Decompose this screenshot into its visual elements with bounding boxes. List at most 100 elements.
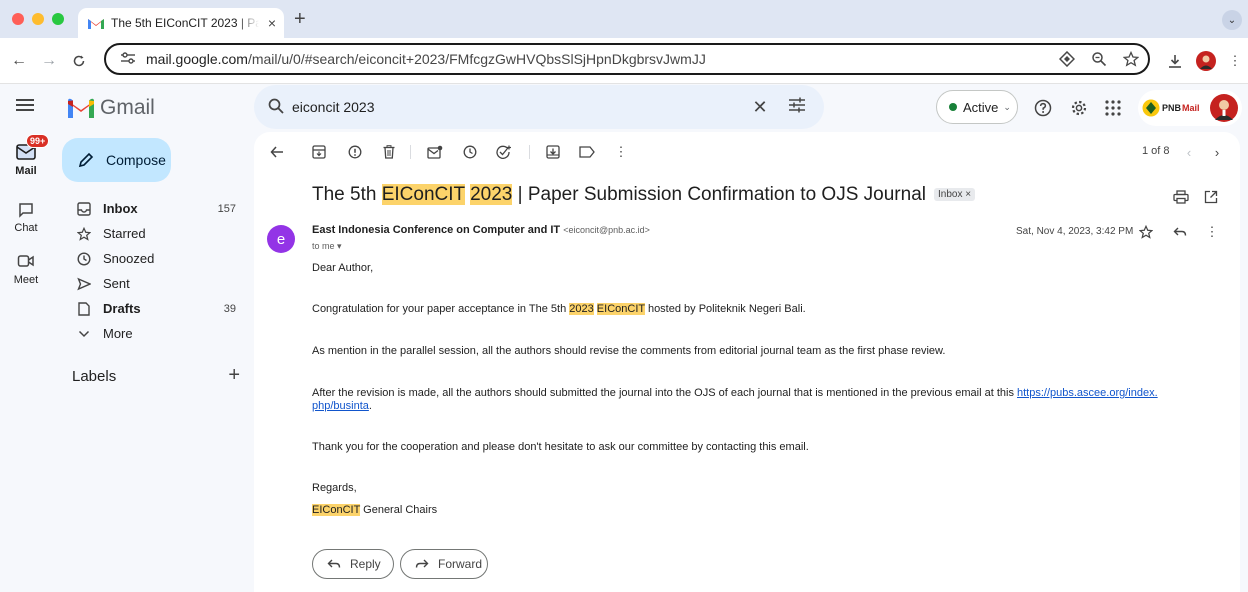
draft-file-icon — [76, 301, 92, 317]
sidebar-item-drafts[interactable]: Drafts 39 — [62, 296, 252, 321]
add-label-icon[interactable]: + — [228, 364, 240, 387]
window-zoom-button[interactable] — [52, 13, 64, 25]
apps-grid-icon[interactable] — [1102, 97, 1124, 119]
sidebar-item-starred[interactable]: Starred — [62, 221, 252, 246]
sender-name[interactable]: East Indonesia Conference on Computer an… — [312, 224, 560, 236]
star-message-icon[interactable] — [1138, 224, 1154, 240]
back-arrow-icon[interactable]: ← — [8, 50, 30, 72]
page-count: 1 of 8 — [1142, 145, 1170, 157]
search-icon[interactable] — [268, 98, 284, 117]
forward-arrow-icon[interactable]: → — [38, 50, 60, 72]
profile-avatar-icon[interactable] — [1195, 50, 1217, 72]
body-paragraph-1: Congratulation for your paper acceptance… — [312, 303, 806, 315]
compose-button[interactable]: Compose — [62, 138, 171, 182]
back-to-search-icon[interactable] — [268, 143, 286, 161]
gmail-logo-icon — [68, 98, 94, 118]
reload-icon[interactable] — [68, 50, 90, 72]
inbox-icon — [76, 201, 92, 217]
extension-diamond-icon[interactable] — [1058, 50, 1076, 68]
message-more-icon[interactable]: ⋮ — [1204, 224, 1220, 240]
journal-link-continued[interactable]: php/businta — [312, 400, 369, 412]
address-bar[interactable]: mail.google.com/mail/u/0/#search/eiconci… — [104, 43, 1150, 75]
rail-meet-label: Meet — [13, 274, 39, 286]
rail-meet[interactable]: Meet — [0, 254, 52, 286]
inbox-label-chip[interactable]: Inbox × — [933, 188, 976, 201]
gmail-logo[interactable]: Gmail — [68, 96, 155, 120]
sender-avatar[interactable]: e — [267, 225, 295, 253]
url-text: mail.google.com/mail/u/0/#search/eiconci… — [146, 51, 706, 67]
gmail-logo-text: Gmail — [100, 96, 155, 119]
zoom-icon[interactable] — [1090, 50, 1108, 68]
chat-icon — [19, 203, 33, 218]
search-input[interactable] — [292, 99, 732, 115]
reply-button[interactable]: Reply — [312, 549, 394, 579]
tab-search-chevron-icon[interactable]: ⌄ — [1222, 10, 1242, 30]
label-tag-icon[interactable] — [578, 143, 596, 161]
browser-tab-bar: The 5th EIConCIT 2023 | Paper Submission… — [0, 0, 1248, 38]
clear-search-icon[interactable]: ✕ — [750, 97, 770, 117]
sidebar-item-snoozed[interactable]: Snoozed — [62, 246, 252, 271]
sidebar-item-label: Snoozed — [103, 251, 155, 266]
sidebar-item-sent[interactable]: Sent — [62, 271, 252, 296]
search-bar[interactable]: ✕ — [254, 85, 824, 129]
delete-trash-icon[interactable] — [380, 143, 398, 161]
message-date: Sat, Nov 4, 2023, 3:42 PM — [1016, 226, 1134, 237]
toolbar-divider — [529, 145, 530, 159]
active-status-dot — [949, 103, 957, 111]
browser-menu-icon[interactable]: ⋮ — [1224, 50, 1246, 72]
main-menu-icon[interactable] — [16, 98, 36, 118]
journal-link[interactable]: https://pubs.ascee.org/index. — [1017, 387, 1158, 399]
send-icon — [76, 276, 92, 292]
help-icon[interactable] — [1032, 97, 1054, 119]
older-chevron-right-icon[interactable]: › — [1208, 143, 1226, 161]
site-info-icon[interactable] — [120, 51, 138, 67]
pnb-emblem-icon — [1142, 99, 1160, 117]
account-avatar-icon — [1209, 94, 1238, 122]
regards-text: Regards, — [312, 482, 357, 494]
rail-mail[interactable]: 99+ Mail — [0, 134, 52, 177]
move-to-icon[interactable] — [544, 143, 562, 161]
sidebar-item-label: Sent — [103, 276, 130, 291]
video-camera-icon — [17, 255, 34, 267]
add-task-icon[interactable] — [495, 143, 513, 161]
browser-tab-active[interactable]: The 5th EIConCIT 2023 | Paper Submission… — [78, 8, 284, 38]
recipient-details-toggle[interactable]: to me ▾ — [312, 241, 342, 252]
search-options-icon[interactable] — [788, 97, 808, 117]
rail-chat[interactable]: Chat — [0, 202, 52, 234]
gmail-header: Gmail ✕ Active ⌄ PNBMail — [0, 84, 1248, 132]
reply-arrow-icon[interactable] — [1172, 224, 1188, 240]
chevron-down-icon: ⌄ — [1003, 101, 1011, 112]
inbox-count: 157 — [217, 202, 236, 215]
app-rail: 99+ Mail Chat Meet — [0, 132, 52, 592]
pencil-icon — [78, 152, 94, 168]
newer-chevron-left-icon[interactable]: ‹ — [1180, 143, 1198, 161]
forward-label: Forward — [438, 557, 483, 571]
settings-gear-icon[interactable] — [1068, 97, 1090, 119]
tab-close-icon[interactable]: × — [268, 15, 276, 31]
window-minimize-button[interactable] — [32, 13, 44, 25]
sidebar-item-label: More — [103, 326, 133, 341]
open-new-window-icon[interactable] — [1202, 188, 1220, 206]
gmail-favicon-icon — [88, 15, 104, 31]
archive-icon[interactable] — [310, 143, 328, 161]
sidebar-item-more[interactable]: More — [62, 321, 252, 346]
email-subject: The 5th EIConCIT 2023 | Paper Submission… — [312, 184, 976, 206]
toolbar-divider — [410, 145, 411, 159]
snooze-clock-icon[interactable] — [461, 143, 479, 161]
more-options-icon[interactable]: ⋮ — [612, 143, 630, 161]
status-dropdown[interactable]: Active ⌄ — [936, 90, 1018, 124]
report-spam-icon[interactable] — [346, 143, 364, 161]
chevron-down-icon — [76, 326, 92, 342]
download-icon[interactable] — [1164, 50, 1186, 72]
mark-unread-icon[interactable] — [426, 143, 444, 161]
account-switcher[interactable]: PNB Mail — [1138, 90, 1242, 126]
forward-button[interactable]: Forward — [400, 549, 488, 579]
window-close-button[interactable] — [12, 13, 24, 25]
bookmark-star-icon[interactable] — [1122, 50, 1140, 68]
new-tab-icon[interactable]: + — [294, 9, 306, 29]
compose-label: Compose — [106, 152, 166, 168]
labels-title: Labels — [72, 368, 117, 385]
message-view: ⋮ 1 of 8 ‹ › The 5th EIConCIT 2023 | Pap… — [254, 132, 1240, 592]
sidebar-item-inbox[interactable]: Inbox 157 — [62, 196, 252, 221]
print-icon[interactable] — [1172, 188, 1190, 206]
